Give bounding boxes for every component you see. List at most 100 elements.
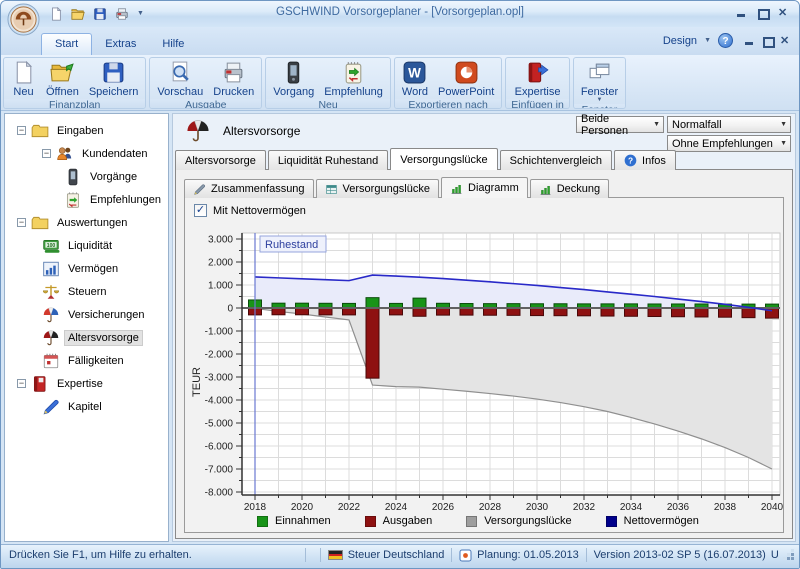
people-icon (56, 145, 74, 163)
tree-item-faelligkeiten[interactable]: Fälligkeiten (5, 349, 168, 372)
svg-text:?: ? (628, 155, 633, 165)
svg-text:-8.000: -8.000 (205, 488, 234, 499)
ribbon-group-exportieren: W Word PowerPoint Exportieren nach (394, 57, 502, 109)
tab-schichtenvergleich[interactable]: Schichtenvergleich (500, 150, 612, 170)
tree-item-expertise[interactable]: − Expertise (5, 372, 168, 395)
tab-content-box: Zusammenfassung Versorgungslücke Diagram… (175, 169, 793, 539)
altersvorsorge-umbrella-icon (185, 118, 211, 144)
pen-icon (193, 183, 206, 196)
tab-infos[interactable]: ? Infos (614, 150, 676, 170)
subtab-diagramm[interactable]: Diagramm (441, 177, 528, 198)
tree-item-versicherungen[interactable]: Versicherungen (5, 303, 168, 326)
svg-text:1.000: 1.000 (208, 281, 233, 292)
svg-text:-6.000: -6.000 (205, 442, 234, 453)
speichern-button[interactable]: Speichern (85, 59, 143, 99)
tab-altersvorsorge[interactable]: Altersvorsorge (175, 150, 266, 170)
svg-text:2036: 2036 (667, 502, 690, 513)
svg-text:-7.000: -7.000 (205, 465, 234, 476)
tree-item-vermoegen[interactable]: Vermögen (5, 257, 168, 280)
person-select[interactable]: Beide Personen ▼ (576, 116, 664, 133)
money-icon: 100 (42, 237, 60, 255)
svg-text:-5.000: -5.000 (205, 419, 234, 430)
word-button[interactable]: W Word (398, 59, 432, 99)
legend-swatch (365, 516, 376, 527)
subtab-versorgungsluecke[interactable]: Versorgungslücke (316, 179, 439, 198)
scales-icon (42, 283, 60, 301)
minimize-button[interactable] (736, 8, 747, 18)
umbrella-icon (42, 306, 60, 324)
tab-versorgungsluecke[interactable]: Versorgungslücke (390, 148, 497, 170)
svg-text:2030: 2030 (526, 502, 549, 513)
tree-item-kapitel[interactable]: Kapitel (5, 395, 168, 418)
resize-grip[interactable] (785, 549, 795, 561)
chevron-down-icon: ▼ (777, 117, 790, 132)
legend-item: Ausgaben (365, 515, 433, 527)
restore-button[interactable] (757, 8, 768, 18)
neu-button[interactable]: Neu (7, 59, 40, 99)
mdi-restore-button[interactable] (762, 36, 773, 46)
ribbon-tab-hilfe[interactable]: Hilfe (149, 34, 197, 55)
bar-chart-icon (450, 182, 463, 195)
legend-item: Nettovermögen (606, 515, 699, 527)
status-planning: Planung: 01.05.2013 (459, 549, 579, 562)
mdi-close-button[interactable]: ✕ (780, 36, 791, 46)
red-book-icon (31, 375, 49, 393)
svg-text:100: 100 (47, 242, 56, 248)
oeffnen-button[interactable]: Öffnen (42, 59, 83, 99)
tree-item-steuern[interactable]: Steuern (5, 280, 168, 303)
close-button[interactable]: ✕ (778, 8, 789, 18)
vorgang-button[interactable]: Vorgang (269, 59, 318, 99)
fenster-button[interactable]: Fenster ▼ (577, 59, 622, 104)
ribbon-tab-extras[interactable]: Extras (92, 34, 149, 55)
expertise-button[interactable]: Expertise (511, 59, 565, 99)
collapse-icon[interactable]: − (17, 218, 26, 227)
status-help-text: Drücken Sie F1, um Hilfe zu erhalten. (9, 549, 298, 561)
collapse-icon[interactable]: − (17, 379, 26, 388)
powerpoint-button[interactable]: PowerPoint (434, 59, 498, 99)
vorschau-button[interactable]: Vorschau (153, 59, 207, 99)
tree-item-auswertungen[interactable]: − Auswertungen (5, 211, 168, 234)
page-title: Altersvorsorge (223, 124, 300, 138)
recommendation-select[interactable]: Ohne Empfehlungen ▼ (667, 135, 791, 152)
pen-icon (42, 398, 60, 416)
germany-flag-icon (328, 550, 343, 560)
drucken-button[interactable]: Drucken (209, 59, 258, 99)
svg-text:2038: 2038 (714, 502, 737, 513)
subtab-deckung[interactable]: Deckung (530, 179, 609, 198)
main-area: − Eingaben − Kundendaten Vorgänge Empfeh… (1, 111, 799, 544)
title-bar: ▼ GSCHWIND Vorsorgeplaner - [Vorsorgepla… (1, 1, 799, 27)
collapse-icon[interactable]: − (17, 126, 26, 135)
scenario-select[interactable]: Normalfall ▼ (667, 116, 791, 133)
svg-text:2.000: 2.000 (208, 258, 233, 269)
recommendation-icon (64, 191, 82, 209)
application-orb-button[interactable] (7, 3, 40, 36)
empfehlung-button[interactable]: Empfehlung (320, 59, 387, 99)
svg-text:2022: 2022 (338, 502, 361, 513)
mdi-minimize-button[interactable] (744, 36, 755, 46)
word-icon: W (402, 60, 427, 85)
design-menu[interactable]: Design (663, 35, 697, 47)
tab-liquiditaet-ruhestand[interactable]: Liquidität Ruhestand (268, 150, 388, 170)
nettovermoegen-checkbox[interactable]: ✓ (194, 204, 207, 217)
tree-item-altersvorsorge[interactable]: Altersvorsorge (5, 326, 168, 349)
powerpoint-icon (454, 60, 479, 85)
tree-item-eingaben[interactable]: − Eingaben (5, 119, 168, 142)
design-caret-icon[interactable]: ▼ (704, 37, 711, 44)
tree-item-empfehlungen[interactable]: Empfehlungen (5, 188, 168, 211)
svg-text:2018: 2018 (244, 502, 267, 513)
ribbon-tab-start[interactable]: Start (41, 33, 92, 55)
help-icon[interactable]: ? (718, 33, 733, 48)
collapse-icon[interactable]: − (42, 149, 51, 158)
tree-item-kundendaten[interactable]: − Kundendaten (5, 142, 168, 165)
planning-date-icon (459, 549, 472, 562)
chart-svg: Ruhestand3.0002.0001.0000-1.000-2.000-3.… (187, 224, 787, 516)
main-tab-strip: Altersvorsorge Liquidität Ruhestand Vers… (175, 148, 678, 170)
svg-text:2032: 2032 (573, 502, 596, 513)
window-controls: ✕ (736, 8, 789, 18)
svg-text:-4.000: -4.000 (205, 396, 234, 407)
tree-item-liquiditaet[interactable]: 100 Liquidität (5, 234, 168, 257)
fenster-dropdown-icon: ▼ (597, 98, 603, 103)
printer-icon (221, 60, 246, 85)
tree-item-vorgaenge[interactable]: Vorgänge (5, 165, 168, 188)
subtab-zusammenfassung[interactable]: Zusammenfassung (184, 179, 314, 198)
